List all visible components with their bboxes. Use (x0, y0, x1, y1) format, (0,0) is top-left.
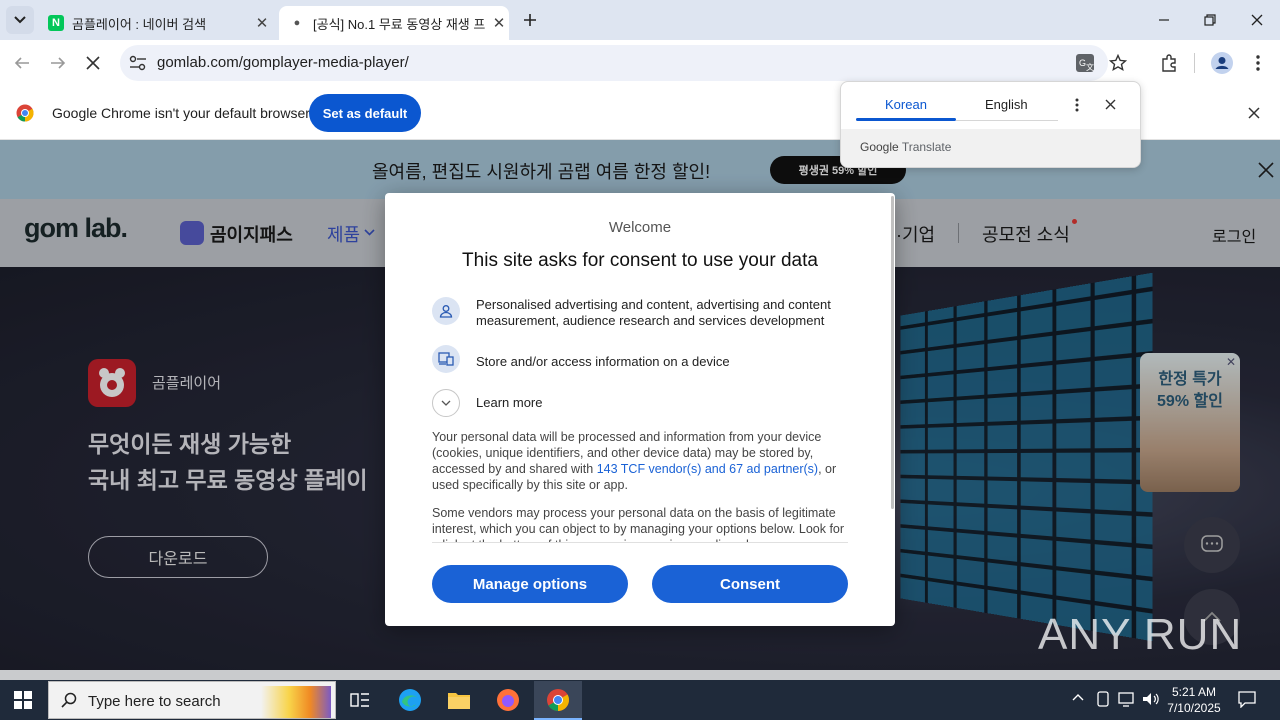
manage-options-button[interactable]: Manage options (432, 565, 628, 603)
tab-search-button[interactable] (6, 6, 34, 34)
close-icon (86, 56, 100, 70)
vendors-link[interactable]: 143 TCF vendor(s) and 67 ad partner(s) (597, 462, 818, 476)
tray-chevron-up-icon[interactable] (1072, 693, 1084, 701)
tab-underline (956, 120, 1058, 121)
clock-date: 7/10/2025 (1167, 701, 1221, 715)
close-icon (1105, 99, 1116, 110)
firefox-icon[interactable] (496, 688, 520, 712)
purpose-advertising: Personalised advertising and content, ad… (476, 297, 831, 328)
back-button[interactable] (6, 47, 38, 79)
person-icon (432, 297, 460, 325)
translate-brand: Translate (901, 140, 952, 154)
chevron-down-icon (441, 400, 451, 406)
tab-title: 곰플레이어 : 네이버 검색 (72, 16, 207, 32)
consent-dialog: Welcome This site asks for consent to us… (385, 193, 895, 626)
star-icon (1109, 54, 1127, 72)
consent-button[interactable]: Consent (652, 565, 848, 603)
translate-tab-source[interactable]: Korean (885, 97, 927, 112)
stop-button[interactable] (77, 47, 109, 79)
bookmark-button[interactable] (1102, 47, 1134, 79)
task-view-icon[interactable] (350, 690, 370, 710)
windows-start-icon[interactable] (14, 691, 32, 709)
restore-button[interactable] (1194, 4, 1226, 36)
volume-icon[interactable] (1142, 691, 1160, 707)
google-brand: Google (860, 140, 899, 154)
close-icon (1248, 107, 1260, 119)
chrome-logo-icon (16, 104, 34, 122)
search-highlight-image (261, 686, 331, 718)
notification-icon[interactable] (1238, 690, 1256, 708)
close-icon (1251, 14, 1263, 26)
chrome-icon (546, 688, 570, 712)
translate-popup: Korean English Google Translate (840, 81, 1141, 168)
page-bottom-strip (0, 670, 1280, 680)
consent-paragraph-1: Your personal data will be processed and… (432, 429, 848, 493)
tab-naver-search[interactable]: N 곰플레이어 : 네이버 검색 ✕ (40, 6, 272, 40)
window-close-button[interactable] (1241, 4, 1273, 36)
anyrun-watermark: ANY RUN (1038, 610, 1242, 660)
tune-icon (129, 55, 146, 71)
learn-more-toggle[interactable] (432, 389, 460, 417)
learn-more-label[interactable]: Learn more (476, 395, 542, 411)
loading-icon: ● (293, 17, 301, 29)
taskbar-search-box[interactable]: Type here to search (48, 681, 336, 719)
dialog-scrollbar[interactable] (891, 196, 894, 509)
minimize-button[interactable] (1148, 4, 1180, 36)
watermark-text: ANY RUN (1038, 610, 1243, 659)
translate-tab-target[interactable]: English (985, 97, 1028, 112)
plus-icon (524, 14, 536, 26)
forward-button[interactable] (42, 47, 74, 79)
svg-text:G: G (1079, 58, 1086, 68)
chrome-taskbar-button[interactable] (534, 681, 582, 720)
consent-scroll-text: Your personal data will be processed and… (432, 429, 848, 542)
site-info-button[interactable] (122, 47, 154, 79)
translate-footer: Google Translate (841, 129, 1140, 167)
translate-button[interactable]: G文 (1069, 47, 1101, 79)
set-default-button[interactable]: Set as default (309, 94, 421, 132)
new-tab-button[interactable] (514, 4, 546, 36)
file-explorer-icon[interactable] (447, 690, 471, 710)
google-translate-branding: Google Translate (860, 140, 951, 154)
consent-paragraph-2: Some vendors may process your personal d… (432, 506, 845, 542)
scroll-divider (432, 542, 848, 543)
infobar-message: Google Chrome isn't your default browser (52, 105, 310, 121)
more-vert-icon (1256, 55, 1260, 71)
chevron-down-icon (14, 16, 26, 24)
purpose-storage: Store and/or access information on a dev… (476, 354, 730, 369)
close-icon[interactable]: ✕ (489, 13, 509, 33)
more-vert-icon (1075, 98, 1079, 112)
toolbar-divider (1194, 53, 1195, 73)
taskbar-search-placeholder: Type here to search (88, 693, 221, 710)
clock-time: 5:21 AM (1171, 685, 1217, 699)
puzzle-icon (1162, 54, 1176, 72)
taskbar-clock[interactable]: 5:21 AM 7/10/2025 (1164, 684, 1224, 716)
minimize-icon (1159, 19, 1169, 21)
menu-button[interactable] (1242, 47, 1274, 79)
tray-device-icon[interactable] (1096, 691, 1110, 707)
consent-welcome: Welcome (608, 219, 672, 236)
search-icon (61, 692, 77, 708)
translate-icon: G文 (1076, 54, 1094, 72)
extensions-button[interactable] (1153, 47, 1185, 79)
infobar-close-button[interactable] (1238, 97, 1270, 129)
close-icon[interactable]: ✕ (252, 13, 272, 33)
restore-icon (1204, 14, 1216, 26)
consent-title: This site asks for consent to use your d… (462, 250, 818, 271)
svg-text:文: 文 (1086, 62, 1094, 72)
tab-title: [공식] No.1 무료 동영상 재생 프 (313, 16, 486, 32)
profile-button[interactable] (1206, 47, 1238, 79)
translate-menu-button[interactable] (1075, 98, 1079, 112)
naver-favicon-icon: N (48, 15, 64, 31)
device-icon (432, 345, 460, 373)
url-text[interactable]: gomlab.com/gomplayer-media-player/ (157, 54, 409, 71)
arrow-right-icon (51, 57, 66, 69)
translate-close-button[interactable] (1105, 99, 1116, 110)
tab-gomlab[interactable]: ● [공식] No.1 무료 동영상 재생 프 ✕ (279, 6, 509, 40)
network-icon[interactable] (1118, 691, 1136, 707)
avatar-icon (1211, 52, 1233, 74)
arrow-left-icon (14, 57, 29, 69)
active-tab-indicator (856, 118, 956, 121)
edge-icon[interactable] (398, 688, 422, 712)
